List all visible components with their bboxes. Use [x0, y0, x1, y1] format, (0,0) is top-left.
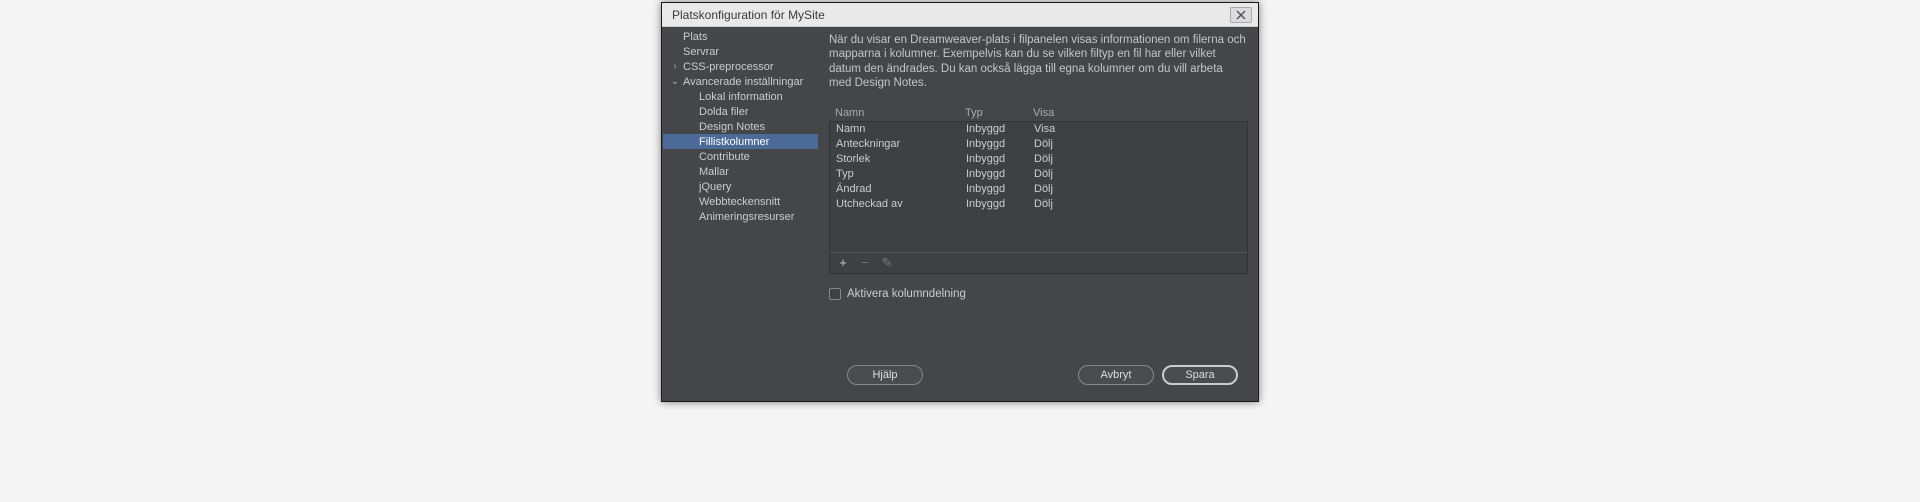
dialog-title: Platskonfiguration för MySite [672, 8, 825, 22]
cell-show: Dölj [1034, 138, 1241, 150]
sidebar-item-label: Design Notes [699, 121, 765, 133]
enable-column-sharing-row: Aktivera kolumndelning [829, 288, 1248, 300]
table-row[interactable]: StorlekInbyggdDölj [830, 152, 1247, 167]
save-button[interactable]: Spara [1162, 365, 1238, 385]
sidebar-item-label: Servrar [683, 46, 719, 58]
cancel-button[interactable]: Avbryt [1078, 365, 1154, 385]
header-name: Namn [835, 107, 965, 119]
enable-column-sharing-checkbox[interactable] [829, 288, 841, 300]
header-type: Typ [965, 107, 1033, 119]
table-row[interactable]: TypInbyggdDölj [830, 167, 1247, 182]
plus-icon: + [839, 255, 847, 270]
cell-show: Dölj [1034, 168, 1241, 180]
table-row[interactable]: ÄndradInbyggdDölj [830, 182, 1247, 197]
sidebar-item-webbteckensnitt[interactable]: Webbteckensnitt [663, 194, 818, 209]
sidebar-item-contribute[interactable]: Contribute [663, 149, 818, 164]
cell-type: Inbyggd [966, 183, 1034, 195]
edit-column-button[interactable]: ✎ [880, 256, 894, 270]
sidebar-item-label: Dolda filer [699, 106, 749, 118]
minus-icon: − [861, 255, 869, 270]
table-body: NamnInbyggdVisaAnteckningarInbyggdDöljSt… [829, 121, 1248, 274]
sidebar-item-fillistkolumner[interactable]: Fillistkolumner [663, 134, 818, 149]
header-show: Visa [1033, 107, 1242, 119]
help-label: Hjälp [872, 369, 897, 381]
cell-type: Inbyggd [966, 153, 1034, 165]
sidebar-item-label: Lokal information [699, 91, 783, 103]
sidebar-item-label: Contribute [699, 151, 750, 163]
sidebar-item-label: CSS-preprocessor [683, 61, 773, 73]
pencil-icon: ✎ [882, 255, 893, 271]
cell-type: Inbyggd [966, 138, 1034, 150]
sidebar: PlatsServrar›CSS-preprocessor⌄Avancerade… [662, 27, 819, 401]
sidebar-item-dolda-filer[interactable]: Dolda filer [663, 104, 818, 119]
cell-name: Ändrad [836, 183, 966, 195]
sidebar-item-label: Webbteckensnitt [699, 196, 780, 208]
sidebar-item-label: Mallar [699, 166, 729, 178]
enable-column-sharing-label: Aktivera kolumndelning [847, 288, 966, 300]
close-icon [1236, 10, 1246, 20]
cell-type: Inbyggd [966, 168, 1034, 180]
save-label: Spara [1185, 369, 1214, 381]
sidebar-item-label: Fillistkolumner [699, 136, 769, 148]
cell-type: Inbyggd [966, 198, 1034, 210]
description-text: När du visar en Dreamweaver-plats i filp… [829, 33, 1248, 91]
sidebar-item-animeringsresurser[interactable]: Animeringsresurser [663, 209, 818, 224]
cell-name: Namn [836, 123, 966, 135]
site-configuration-dialog: Platskonfiguration för MySite Plats Servr… [661, 2, 1259, 402]
cell-name: Storlek [836, 153, 966, 165]
close-button[interactable] [1230, 7, 1252, 23]
cell-show: Visa [1034, 123, 1241, 135]
cell-type: Inbyggd [966, 123, 1034, 135]
table-row[interactable]: AnteckningarInbyggdDölj [830, 137, 1247, 152]
sidebar-item-mallar[interactable]: Mallar [663, 164, 818, 179]
sidebar-item-label: Avancerade inställningar [683, 76, 803, 88]
table-header: Namn Typ Visa [829, 105, 1248, 121]
titlebar: Platskonfiguration för MySite [662, 3, 1258, 27]
cell-show: Dölj [1034, 153, 1241, 165]
table-toolbar: +−✎ [830, 252, 1247, 273]
columns-table: Namn Typ Visa NamnInbyggdVisaAnteckninga… [829, 105, 1248, 274]
sidebar-item-avancerade-inst-llningar[interactable]: ⌄Avancerade inställningar [663, 74, 818, 89]
add-column-button[interactable]: + [836, 256, 850, 270]
cell-name: Typ [836, 168, 966, 180]
dialog-content: PlatsServrar›CSS-preprocessor⌄Avancerade… [662, 27, 1258, 401]
sidebar-item-servrar[interactable]: Servrar [663, 44, 818, 59]
cell-show: Dölj [1034, 198, 1241, 210]
cell-show: Dölj [1034, 183, 1241, 195]
cancel-label: Avbryt [1101, 369, 1132, 381]
cell-name: Anteckningar [836, 138, 966, 150]
dialog-footer: Hjälp Avbryt Spara [829, 357, 1248, 393]
sidebar-item-plats[interactable]: Plats [663, 29, 818, 44]
sidebar-item-label: jQuery [699, 181, 731, 193]
main-panel: När du visar en Dreamweaver-plats i filp… [819, 27, 1258, 401]
sidebar-item-label: Plats [683, 31, 707, 43]
sidebar-item-jquery[interactable]: jQuery [663, 179, 818, 194]
sidebar-item-lokal-information[interactable]: Lokal information [663, 89, 818, 104]
remove-column-button[interactable]: − [858, 256, 872, 270]
table-spacer [830, 212, 1247, 252]
table-row[interactable]: Utcheckad avInbyggdDölj [830, 197, 1247, 212]
help-button[interactable]: Hjälp [847, 365, 923, 385]
chevron-down-icon: ⌄ [669, 76, 681, 87]
sidebar-item-label: Animeringsresurser [699, 211, 794, 223]
sidebar-item-css-preprocessor[interactable]: ›CSS-preprocessor [663, 59, 818, 74]
table-row[interactable]: NamnInbyggdVisa [830, 122, 1247, 137]
sidebar-item-design-notes[interactable]: Design Notes [663, 119, 818, 134]
cell-name: Utcheckad av [836, 198, 966, 210]
chevron-right-icon: › [669, 61, 681, 72]
